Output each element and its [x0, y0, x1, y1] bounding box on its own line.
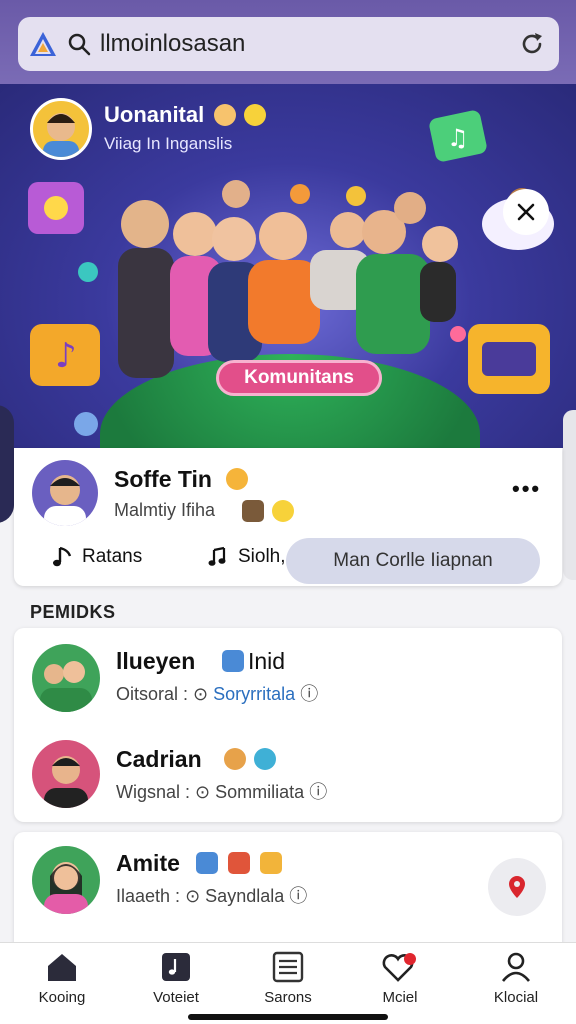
community-badge[interactable]: Komunitans: [216, 360, 382, 396]
app-logo-icon: [30, 32, 56, 56]
list-sub-link[interactable]: Soryrritala: [213, 684, 295, 704]
section-title: PEMIDKS: [30, 602, 116, 622]
laugh-emoji-icon: [214, 104, 236, 126]
clock-icon: ⊙: [193, 684, 209, 704]
nav-label: Kooing: [38, 989, 86, 1006]
list-tag: Inid: [248, 648, 286, 674]
list-icon: [272, 951, 304, 983]
nav-label: Klocial: [493, 989, 539, 1006]
image-app-icon: [228, 852, 250, 874]
nav-favorites[interactable]: Mciel: [350, 951, 450, 1006]
music-note-icon: [53, 546, 72, 567]
svg-text:♫: ♫: [447, 124, 469, 152]
nav-music[interactable]: Voteiet: [126, 951, 226, 1006]
list-subtitle: Wigsnal : ⊙ Sommiliata ⓘ: [116, 778, 327, 804]
nav-label: Mciel: [382, 989, 418, 1006]
list-item[interactable]: Amite Ilaaeth : ⊙ Sayndlala ⓘ: [14, 832, 562, 928]
banner-subtitle: Viiag In Inganslis: [104, 134, 233, 153]
search-text[interactable]: llmoinlosasan: [100, 30, 517, 58]
ratings-label: Ratans: [82, 546, 143, 567]
location-pin-icon: [509, 876, 525, 898]
nav-label: Voteiet: [153, 989, 199, 1006]
swirl-icon: [254, 748, 276, 770]
bottom-nav: Kooing Voteiet Sarons Mciel Klocial: [0, 942, 576, 1024]
cat-emoji-icon: [226, 468, 248, 490]
banner-title: Uonanital: [104, 102, 205, 127]
list-subtitle: Ilaaeth : ⊙ Sayndlala ⓘ: [116, 882, 307, 908]
search-icon: [68, 33, 91, 56]
home-icon: [48, 954, 76, 981]
list-sub-label: Oitsoral :: [116, 684, 189, 704]
list-avatar[interactable]: [32, 644, 100, 712]
close-button[interactable]: [503, 189, 549, 235]
profile-subtitle: Malmtiy Ifiha: [114, 500, 216, 520]
nav-label: Sarons: [264, 989, 312, 1006]
list-avatar[interactable]: [32, 740, 100, 808]
smile-emoji-icon: [272, 500, 294, 522]
list-item[interactable]: Cadrian Wigsnal : ⊙ Sommiliata ⓘ: [14, 726, 562, 822]
clock-icon: ⊙: [185, 886, 201, 906]
home-indicator[interactable]: [188, 1014, 388, 1020]
main-action-pill[interactable]: Man Corlle Iiapnan: [286, 538, 540, 584]
list-sub-link[interactable]: Sayndlala: [205, 886, 284, 906]
share-button[interactable]: Siolh,: [206, 544, 286, 570]
list-sub-label: Wigsnal :: [116, 782, 191, 802]
svg-text:♪: ♪: [55, 336, 77, 376]
list-avatar[interactable]: [32, 846, 100, 914]
profile-card[interactable]: Soffe Tin Malmtiy Ifiha ••• Ratans Siolh…: [14, 448, 562, 586]
clock-icon: ⊙: [195, 782, 211, 802]
sticker-icon: [224, 748, 246, 770]
help-icon[interactable]: ⓘ: [300, 684, 318, 704]
music-notes-icon: [208, 546, 226, 566]
help-icon[interactable]: ⓘ: [309, 782, 327, 802]
list-name: Amite: [116, 850, 180, 876]
list-sub-link[interactable]: Sommiliata: [215, 782, 304, 802]
list-name: llueyen: [116, 648, 196, 674]
music-app-icon: [222, 650, 244, 672]
list-sub-label: Ilaaeth :: [116, 886, 181, 906]
list-item[interactable]: llueyen Inid Oitsoral : ⊙ Soryrritala ⓘ: [14, 628, 562, 724]
help-icon[interactable]: ⓘ: [289, 886, 307, 906]
location-button[interactable]: [488, 858, 546, 916]
banner-avatar[interactable]: [30, 98, 92, 160]
friends-card: llueyen Inid Oitsoral : ⊙ Soryrritala ⓘ …: [14, 628, 562, 822]
nav-home[interactable]: Kooing: [12, 951, 112, 1006]
close-icon: [517, 203, 535, 221]
music-square-icon: [162, 953, 190, 981]
heart-location-icon: [382, 953, 416, 982]
music-app-icon: [196, 852, 218, 874]
film-icon: [242, 500, 264, 522]
ratings-button[interactable]: Ratans: [50, 544, 142, 570]
search-bar[interactable]: llmoinlosasan: [18, 17, 559, 71]
more-options-icon[interactable]: •••: [512, 476, 541, 502]
list-name: Cadrian: [116, 746, 202, 772]
suggestion-card: Amite Ilaaeth : ⊙ Sayndlala ⓘ: [14, 832, 562, 952]
share-label: Siolh,: [238, 546, 286, 567]
minus-emoji-icon: [244, 104, 266, 126]
nav-profile[interactable]: Klocial: [466, 951, 566, 1006]
profile-icon: [501, 952, 531, 982]
reload-icon[interactable]: [517, 29, 547, 59]
gift-icon: [260, 852, 282, 874]
side-handle-left: [0, 405, 14, 523]
side-scrollbar[interactable]: [563, 410, 576, 580]
nav-list[interactable]: Sarons: [238, 951, 338, 1006]
profile-avatar[interactable]: [32, 460, 98, 526]
list-subtitle: Oitsoral : ⊙ Soryrritala ⓘ: [116, 680, 318, 706]
profile-name: Soffe Tin: [114, 466, 212, 492]
top-bar: llmoinlosasan: [0, 0, 576, 88]
community-banner[interactable]: ♪ ♫ Uonanital Viiag In Inganslis Komunit…: [0, 84, 576, 448]
